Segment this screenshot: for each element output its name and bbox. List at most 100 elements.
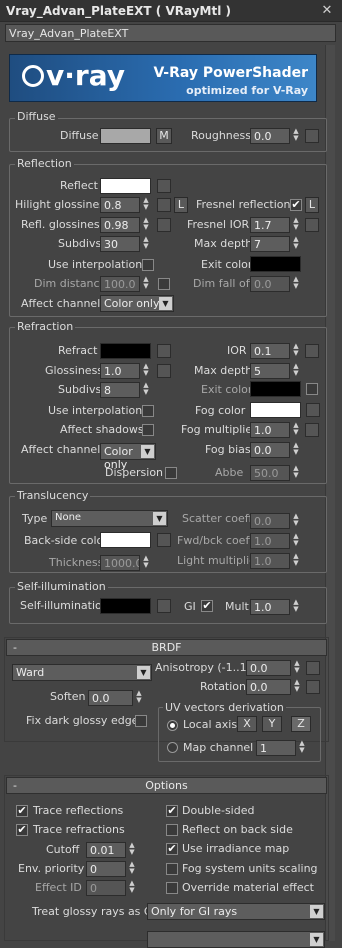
refr-affect-channels-dropdown[interactable]: Color only ▼ (100, 443, 156, 471)
fog-color-swatch[interactable] (250, 402, 301, 418)
refr-gloss-arrows-icon[interactable]: ▲ ▼ (141, 363, 151, 379)
dim-distance-spinner[interactable]: 100.0 (100, 276, 140, 292)
fog-units-checkbox[interactable] (166, 863, 178, 875)
ior-arrows-icon[interactable]: ▲ ▼ (291, 343, 301, 359)
map-channel-spinner[interactable]: 1 (256, 740, 296, 756)
affect-shadows-checkbox[interactable] (142, 424, 154, 436)
fresnel-lock-button[interactable]: L (305, 197, 319, 213)
anisotropy-map-button[interactable] (306, 661, 320, 675)
cutoff-arrows-icon[interactable]: ▲ ▼ (127, 842, 137, 858)
close-icon[interactable]: ✕ (318, 2, 336, 20)
scatter-arrows-icon[interactable]: ▲ ▼ (291, 513, 301, 529)
soften-arrows-icon[interactable]: ▲ ▼ (134, 690, 144, 706)
reflect-color-swatch[interactable] (100, 178, 151, 194)
refl-affect-channels-dropdown[interactable]: Color only ▼ (100, 295, 174, 312)
fog-multiplier-spinner[interactable]: 1.0 (250, 422, 290, 438)
fresnel-reflections-checkbox[interactable]: ✔ (290, 199, 302, 211)
mult-arrows-icon[interactable]: ▲ ▼ (291, 599, 301, 615)
fresnel-ior-spinner[interactable]: 1.7 (250, 217, 290, 233)
refl-max-depth-spinner[interactable]: 7 (250, 236, 290, 252)
refract-color-swatch[interactable] (100, 343, 151, 359)
refl-subdivs-spinner[interactable]: 30 (100, 236, 140, 252)
ior-spinner[interactable]: 0.1 (250, 343, 290, 359)
axis-y-button[interactable]: Y (262, 716, 282, 732)
cutoff-spinner[interactable]: 0.01 (86, 842, 126, 858)
roughness-spinner[interactable]: 0.0 (250, 128, 290, 144)
refl-gloss-map-button[interactable] (157, 218, 171, 232)
material-name-field[interactable]: Vray_Advan_PlateEXT (5, 24, 336, 42)
brdf-type-dropdown[interactable]: Ward ▼ (12, 664, 152, 681)
refr-max-depth-arrows-icon[interactable]: ▲ ▼ (291, 363, 301, 379)
mult-spinner[interactable]: 1.0 (250, 599, 290, 615)
map-channel-arrows-icon[interactable]: ▲ ▼ (297, 740, 307, 756)
env-priority-spinner[interactable]: 0 (86, 861, 126, 877)
env-priority-arrows-icon[interactable]: ▲ ▼ (127, 861, 137, 877)
thickness-spinner[interactable]: 1000.0 (100, 555, 140, 571)
thickness-arrows-icon[interactable]: ▲ ▼ (141, 555, 151, 571)
self-illumination-color-swatch[interactable] (100, 598, 151, 614)
light-mult-arrows-icon[interactable]: ▲ ▼ (291, 553, 301, 569)
dim-distance-arrows-icon[interactable]: ▲ ▼ (141, 276, 151, 292)
dim-distance-checkbox[interactable] (158, 278, 170, 290)
backside-color-swatch[interactable] (100, 532, 151, 548)
refr-use-interpolation-checkbox[interactable] (142, 405, 154, 417)
refr-subdivs-arrows-icon[interactable]: ▲ ▼ (141, 382, 151, 398)
refr-gloss-map-button[interactable] (157, 364, 171, 378)
refl-use-interpolation-checkbox[interactable] (142, 259, 154, 271)
soften-spinner[interactable]: 0.0 (88, 690, 133, 706)
diffuse-map-button[interactable]: M (156, 128, 172, 144)
anisotropy-arrows-icon[interactable]: ▲ ▼ (292, 660, 302, 676)
anisotropy-spinner[interactable]: 0.0 (246, 660, 291, 676)
ior-map-button[interactable] (305, 344, 319, 358)
fwd-arrows-icon[interactable]: ▲ ▼ (291, 533, 301, 549)
refr-exit-color-swatch[interactable] (250, 381, 301, 397)
options-rollout-header[interactable]: - Options (6, 777, 327, 794)
fix-dark-glossy-checkbox[interactable] (135, 715, 147, 727)
fog-color-map-button[interactable] (306, 403, 320, 417)
use-irradiance-checkbox[interactable]: ✔ (166, 843, 178, 855)
hilight-arrows-icon[interactable]: ▲ ▼ (141, 197, 151, 213)
override-effect-checkbox[interactable] (166, 882, 178, 894)
refr-glossiness-spinner[interactable]: 1.0 (100, 363, 140, 379)
scatter-coeff-spinner[interactable]: 0.0 (250, 513, 290, 529)
diffuse-color-swatch[interactable] (100, 128, 151, 144)
translucency-type-dropdown[interactable]: None ▼ (51, 510, 168, 527)
double-sided-checkbox[interactable]: ✔ (166, 805, 178, 817)
glossy-gi-dropdown[interactable]: Only for GI rays ▼ (147, 903, 325, 920)
refract-map-button[interactable] (157, 344, 171, 358)
refr-exit-color-checkbox[interactable] (306, 383, 318, 395)
effect-id-arrows-icon[interactable]: ▲ ▼ (127, 880, 137, 896)
rotation-spinner[interactable]: 0.0 (246, 679, 291, 695)
axis-z-button[interactable]: Z (291, 716, 311, 732)
fresnel-ior-map-button[interactable] (305, 218, 319, 232)
effect-id-spinner[interactable]: 0 (86, 880, 126, 896)
rotation-arrows-icon[interactable]: ▲ ▼ (292, 679, 302, 695)
refr-max-depth-spinner[interactable]: 5 (250, 363, 290, 379)
roughness-arrows-icon[interactable]: ▲ ▼ (291, 128, 301, 144)
abbe-arrows-icon[interactable]: ▲ ▼ (291, 465, 301, 481)
dispersion-checkbox[interactable] (165, 467, 177, 479)
brdf-rollout-header[interactable]: - BRDF (6, 639, 327, 656)
self-illumination-map-button[interactable] (157, 599, 171, 613)
backside-map-button[interactable] (157, 533, 171, 547)
local-axis-radio[interactable] (167, 720, 178, 731)
hilight-glossiness-spinner[interactable]: 0.8 (100, 197, 140, 213)
rotation-map-button[interactable] (306, 680, 320, 694)
refl-max-depth-arrows-icon[interactable]: ▲ ▼ (291, 236, 301, 252)
fog-bias-spinner[interactable]: 0.0 (250, 442, 290, 458)
hilight-map-button[interactable] (157, 198, 171, 212)
roughness-map-button[interactable] (305, 129, 319, 143)
refl-exit-color-swatch[interactable] (250, 256, 301, 272)
abbe-spinner[interactable]: 50.0 (250, 465, 290, 481)
hilight-lock-button[interactable]: L (174, 197, 188, 213)
reflect-back-side-checkbox[interactable] (166, 824, 178, 836)
next-option-dropdown[interactable]: ▼ (147, 931, 325, 948)
refr-subdivs-spinner[interactable]: 8 (100, 382, 140, 398)
trace-reflections-checkbox[interactable]: ✔ (16, 805, 28, 817)
gi-checkbox[interactable]: ✔ (201, 600, 213, 612)
refl-gloss-arrows-icon[interactable]: ▲ ▼ (141, 217, 151, 233)
dim-falloff-spinner[interactable]: 0.0 (250, 276, 290, 292)
refl-subdivs-arrows-icon[interactable]: ▲ ▼ (141, 236, 151, 252)
light-multiplier-spinner[interactable]: 1.0 (250, 553, 290, 569)
fog-mult-arrows-icon[interactable]: ▲ ▼ (291, 422, 301, 438)
